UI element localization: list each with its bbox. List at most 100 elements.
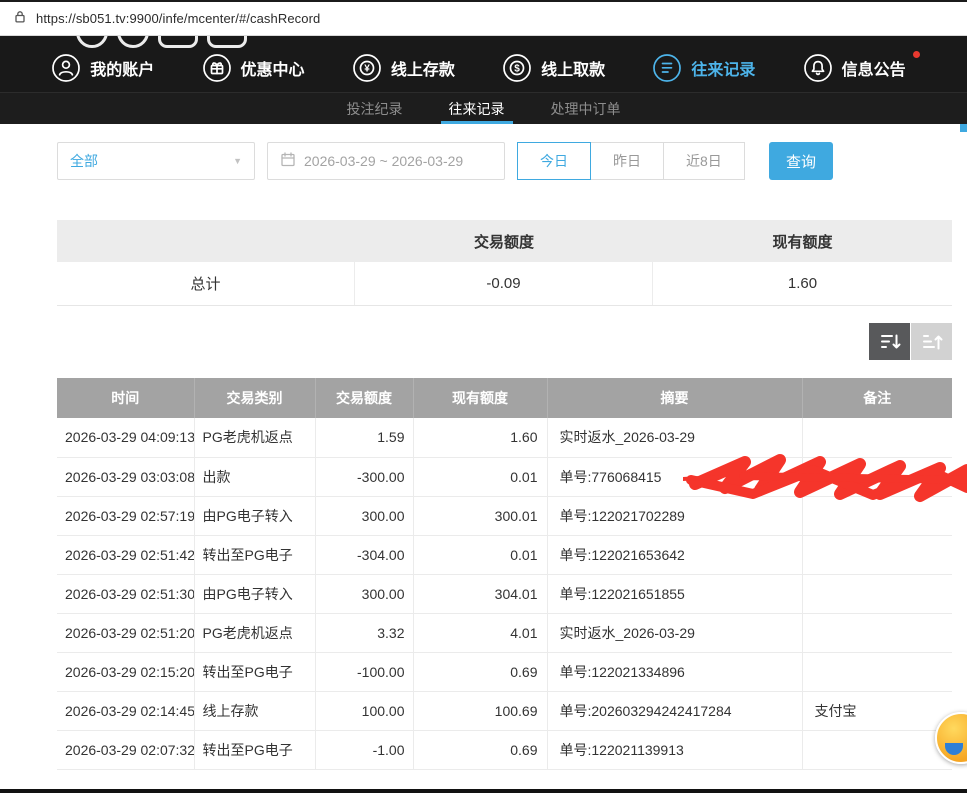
cell-balance: 300.01 xyxy=(413,496,547,535)
records-icon xyxy=(652,53,682,83)
chevron-down-icon: ▼ xyxy=(233,156,242,166)
tab-processing-orders[interactable]: 处理中订单 xyxy=(543,93,629,124)
nav-item-label: 线上存款 xyxy=(391,56,455,80)
header-amount: 交易额度 xyxy=(315,378,413,418)
header-time: 时间 xyxy=(57,378,194,418)
tab-bet-records[interactable]: 投注纪录 xyxy=(339,93,411,124)
quick-filter-group: 今日 昨日 近8日 xyxy=(517,142,745,180)
nav-item-promotions[interactable]: 优惠中心 xyxy=(198,49,319,87)
cell-amount: -100.00 xyxy=(315,652,413,691)
notification-badge xyxy=(913,51,920,58)
nav-item-withdraw[interactable]: $ 线上取款 xyxy=(498,49,619,87)
summary-total-label: 总计 xyxy=(57,262,355,305)
cell-amount: -304.00 xyxy=(315,535,413,574)
date-range-value: 2026-03-29 ~ 2026-03-29 xyxy=(304,153,463,169)
search-button[interactable]: 查询 xyxy=(769,142,833,180)
cell-category: PG老虎机返点 xyxy=(194,613,315,652)
sort-ascending-button[interactable] xyxy=(911,323,952,360)
summary-transaction-total: -0.09 xyxy=(355,262,653,305)
nav-item-announcements[interactable]: 信息公告 xyxy=(799,49,920,87)
cell-category: 由PG电子转入 xyxy=(194,574,315,613)
cell-time: 2026-03-29 02:51:20 xyxy=(57,613,194,652)
cell-remark xyxy=(802,418,952,457)
quick-filter-yesterday[interactable]: 昨日 xyxy=(590,142,664,180)
cell-summary: 实时返水_2026-03-29 xyxy=(547,418,802,457)
cell-balance: 304.01 xyxy=(413,574,547,613)
cell-balance: 100.69 xyxy=(413,691,547,730)
withdraw-coin-icon: $ xyxy=(502,53,532,83)
svg-text:¥: ¥ xyxy=(364,64,370,75)
cell-remark: 支付宝 xyxy=(802,691,952,730)
header-category: 交易类别 xyxy=(194,378,315,418)
type-filter-select[interactable]: 全部 ▼ xyxy=(57,142,255,180)
cell-category: 由PG电子转入 xyxy=(194,496,315,535)
header-summary: 摘要 xyxy=(547,378,802,418)
summary-total-row: 总计 -0.09 1.60 xyxy=(57,262,952,306)
cell-summary: 单号:202603294242417284 xyxy=(547,691,802,730)
tab-label: 处理中订单 xyxy=(551,99,621,119)
sort-button-group xyxy=(869,323,952,360)
cell-balance: 0.01 xyxy=(413,535,547,574)
table-row: 2026-03-29 02:51:42转出至PG电子-304.000.01单号:… xyxy=(57,535,952,574)
header-balance: 现有额度 xyxy=(413,378,547,418)
summary-header-balance: 现有额度 xyxy=(653,220,952,262)
browser-address-bar[interactable]: https://sb051.tv:9900/infe/mcenter/#/cas… xyxy=(0,0,967,36)
cell-balance: 0.69 xyxy=(413,652,547,691)
table-header-row: 时间 交易类别 交易额度 现有额度 摘要 备注 xyxy=(57,378,952,418)
records-table: 时间 交易类别 交易额度 现有额度 摘要 备注 2026-03-29 04:09… xyxy=(57,378,952,770)
table-row: 2026-03-29 02:51:30由PG电子转入300.00304.01单号… xyxy=(57,574,952,613)
tab-label: 投注纪录 xyxy=(347,99,403,119)
summary-header-blank xyxy=(57,220,355,262)
cell-remark xyxy=(802,457,952,496)
cell-amount: 100.00 xyxy=(315,691,413,730)
cell-balance: 0.69 xyxy=(413,730,547,769)
nav-item-label: 往来记录 xyxy=(691,56,755,80)
date-range-input[interactable]: 2026-03-29 ~ 2026-03-29 xyxy=(267,142,505,180)
nav-item-cash-records[interactable]: 往来记录 xyxy=(648,49,769,87)
cell-time: 2026-03-29 02:51:30 xyxy=(57,574,194,613)
sort-descending-button[interactable] xyxy=(869,323,910,360)
cell-summary: 单号:122021334896 xyxy=(547,652,802,691)
cell-category: 转出至PG电子 xyxy=(194,535,315,574)
table-row: 2026-03-29 02:14:45线上存款100.00100.69单号:20… xyxy=(57,691,952,730)
cell-remark xyxy=(802,730,952,769)
cell-time: 2026-03-29 04:09:13 xyxy=(57,418,194,457)
deposit-coin-icon: ¥ xyxy=(352,53,382,83)
cell-summary: 单号:122021653642 xyxy=(547,535,802,574)
cell-summary: 单号:122021651855 xyxy=(547,574,802,613)
cell-summary: 实时返水_2026-03-29 xyxy=(547,613,802,652)
summary-header-transaction: 交易额度 xyxy=(355,220,653,262)
nav-item-deposit[interactable]: ¥ 线上存款 xyxy=(348,49,469,87)
cell-category: 转出至PG电子 xyxy=(194,730,315,769)
cell-balance: 4.01 xyxy=(413,613,547,652)
calendar-icon xyxy=(280,151,296,172)
cell-summary: 单号:122021702289 xyxy=(547,496,802,535)
quick-filter-today[interactable]: 今日 xyxy=(517,142,591,180)
quick-filter-last8days[interactable]: 近8日 xyxy=(663,142,745,180)
cell-summary: 单号:776068415 xyxy=(547,457,802,496)
summary-header: 交易额度 现有额度 xyxy=(57,220,952,262)
nav-item-label: 我的账户 xyxy=(90,56,154,80)
customer-service-icon xyxy=(945,743,963,755)
svg-text:$: $ xyxy=(514,64,520,75)
nav-item-label: 优惠中心 xyxy=(241,56,305,80)
cell-amount: -1.00 xyxy=(315,730,413,769)
bottom-edge-bar xyxy=(0,789,967,793)
cell-remark xyxy=(802,652,952,691)
table-row: 2026-03-29 02:51:20PG老虎机返点3.324.01实时返水_2… xyxy=(57,613,952,652)
cell-time: 2026-03-29 02:07:32 xyxy=(57,730,194,769)
cell-time: 2026-03-29 02:57:19 xyxy=(57,496,194,535)
nav-item-label: 线上取款 xyxy=(541,56,605,80)
tab-cash-records[interactable]: 往来记录 xyxy=(441,93,513,124)
cell-amount: 1.59 xyxy=(315,418,413,457)
cell-amount: 3.32 xyxy=(315,613,413,652)
cell-amount: 300.00 xyxy=(315,574,413,613)
nav-item-my-account[interactable]: 我的账户 xyxy=(47,49,168,87)
main-nav: 我的账户 优惠中心 ¥ 线上存款 xyxy=(0,44,967,92)
cell-remark xyxy=(802,574,952,613)
app-screen: https://sb051.tv:9900/infe/mcenter/#/cas… xyxy=(0,0,967,793)
url-text: https://sb051.tv:9900/infe/mcenter/#/cas… xyxy=(36,11,320,26)
table-row: 2026-03-29 02:15:20转出至PG电子-100.000.69单号:… xyxy=(57,652,952,691)
records-tbody: 2026-03-29 04:09:13PG老虎机返点1.591.60实时返水_2… xyxy=(57,418,952,769)
filter-bar: 全部 ▼ 2026-03-29 ~ 2026-03-29 今日 昨日 近8日 查… xyxy=(57,142,952,180)
